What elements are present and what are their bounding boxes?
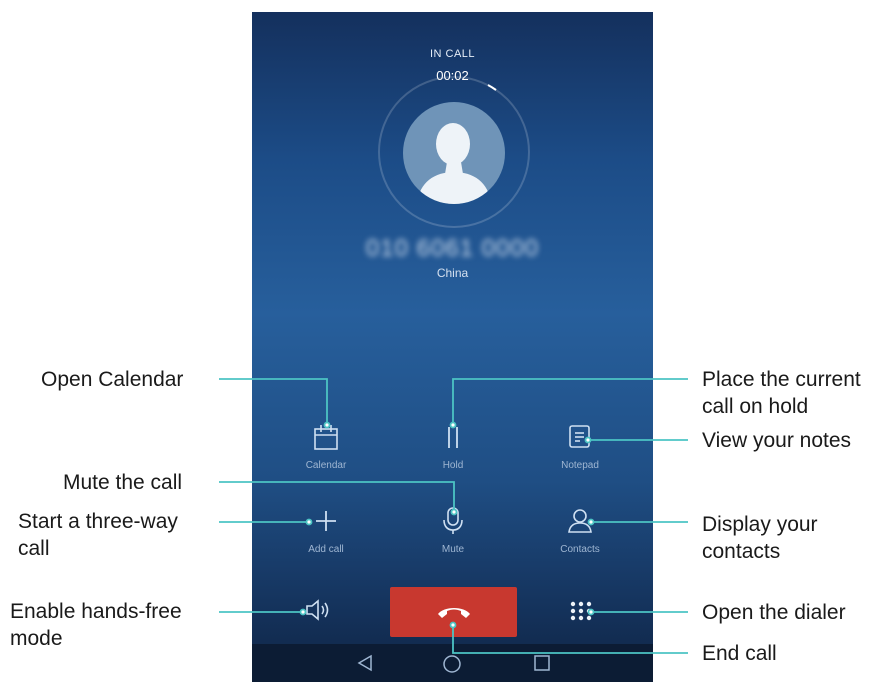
callout-notes: View your notes (702, 429, 852, 452)
callout-hold-line2: call on hold (702, 395, 809, 418)
callout-three-way-line1: Start a three-way (18, 510, 178, 533)
callout-mute: Mute the call (63, 471, 183, 494)
callout-end-call: End call (702, 642, 777, 665)
callout-hold-line1: Place the current (702, 368, 861, 391)
callout-line-calendar (219, 378, 328, 423)
callout-dialer: Open the dialer (702, 601, 846, 624)
callout-three-way: Start a three-way call (18, 508, 178, 562)
callout-line-end-call (452, 627, 688, 654)
callout-line-hold (452, 378, 688, 423)
callout-hands-free-line2: mode (10, 627, 63, 650)
callout-lines (219, 378, 688, 654)
callout-hold: Place the current call on hold (702, 366, 861, 420)
callout-three-way-line2: call (18, 537, 50, 560)
callout-contacts-line1: Display your (702, 513, 818, 536)
callout-line-mute (219, 481, 455, 510)
callout-contacts: Display your contacts (702, 511, 818, 565)
callout-open-calendar: Open Calendar (41, 368, 184, 391)
callout-contacts-line2: contacts (702, 540, 781, 563)
callout-hands-free-line1: Enable hands-free (10, 600, 182, 623)
callout-hands-free: Enable hands-free mode (10, 598, 182, 652)
